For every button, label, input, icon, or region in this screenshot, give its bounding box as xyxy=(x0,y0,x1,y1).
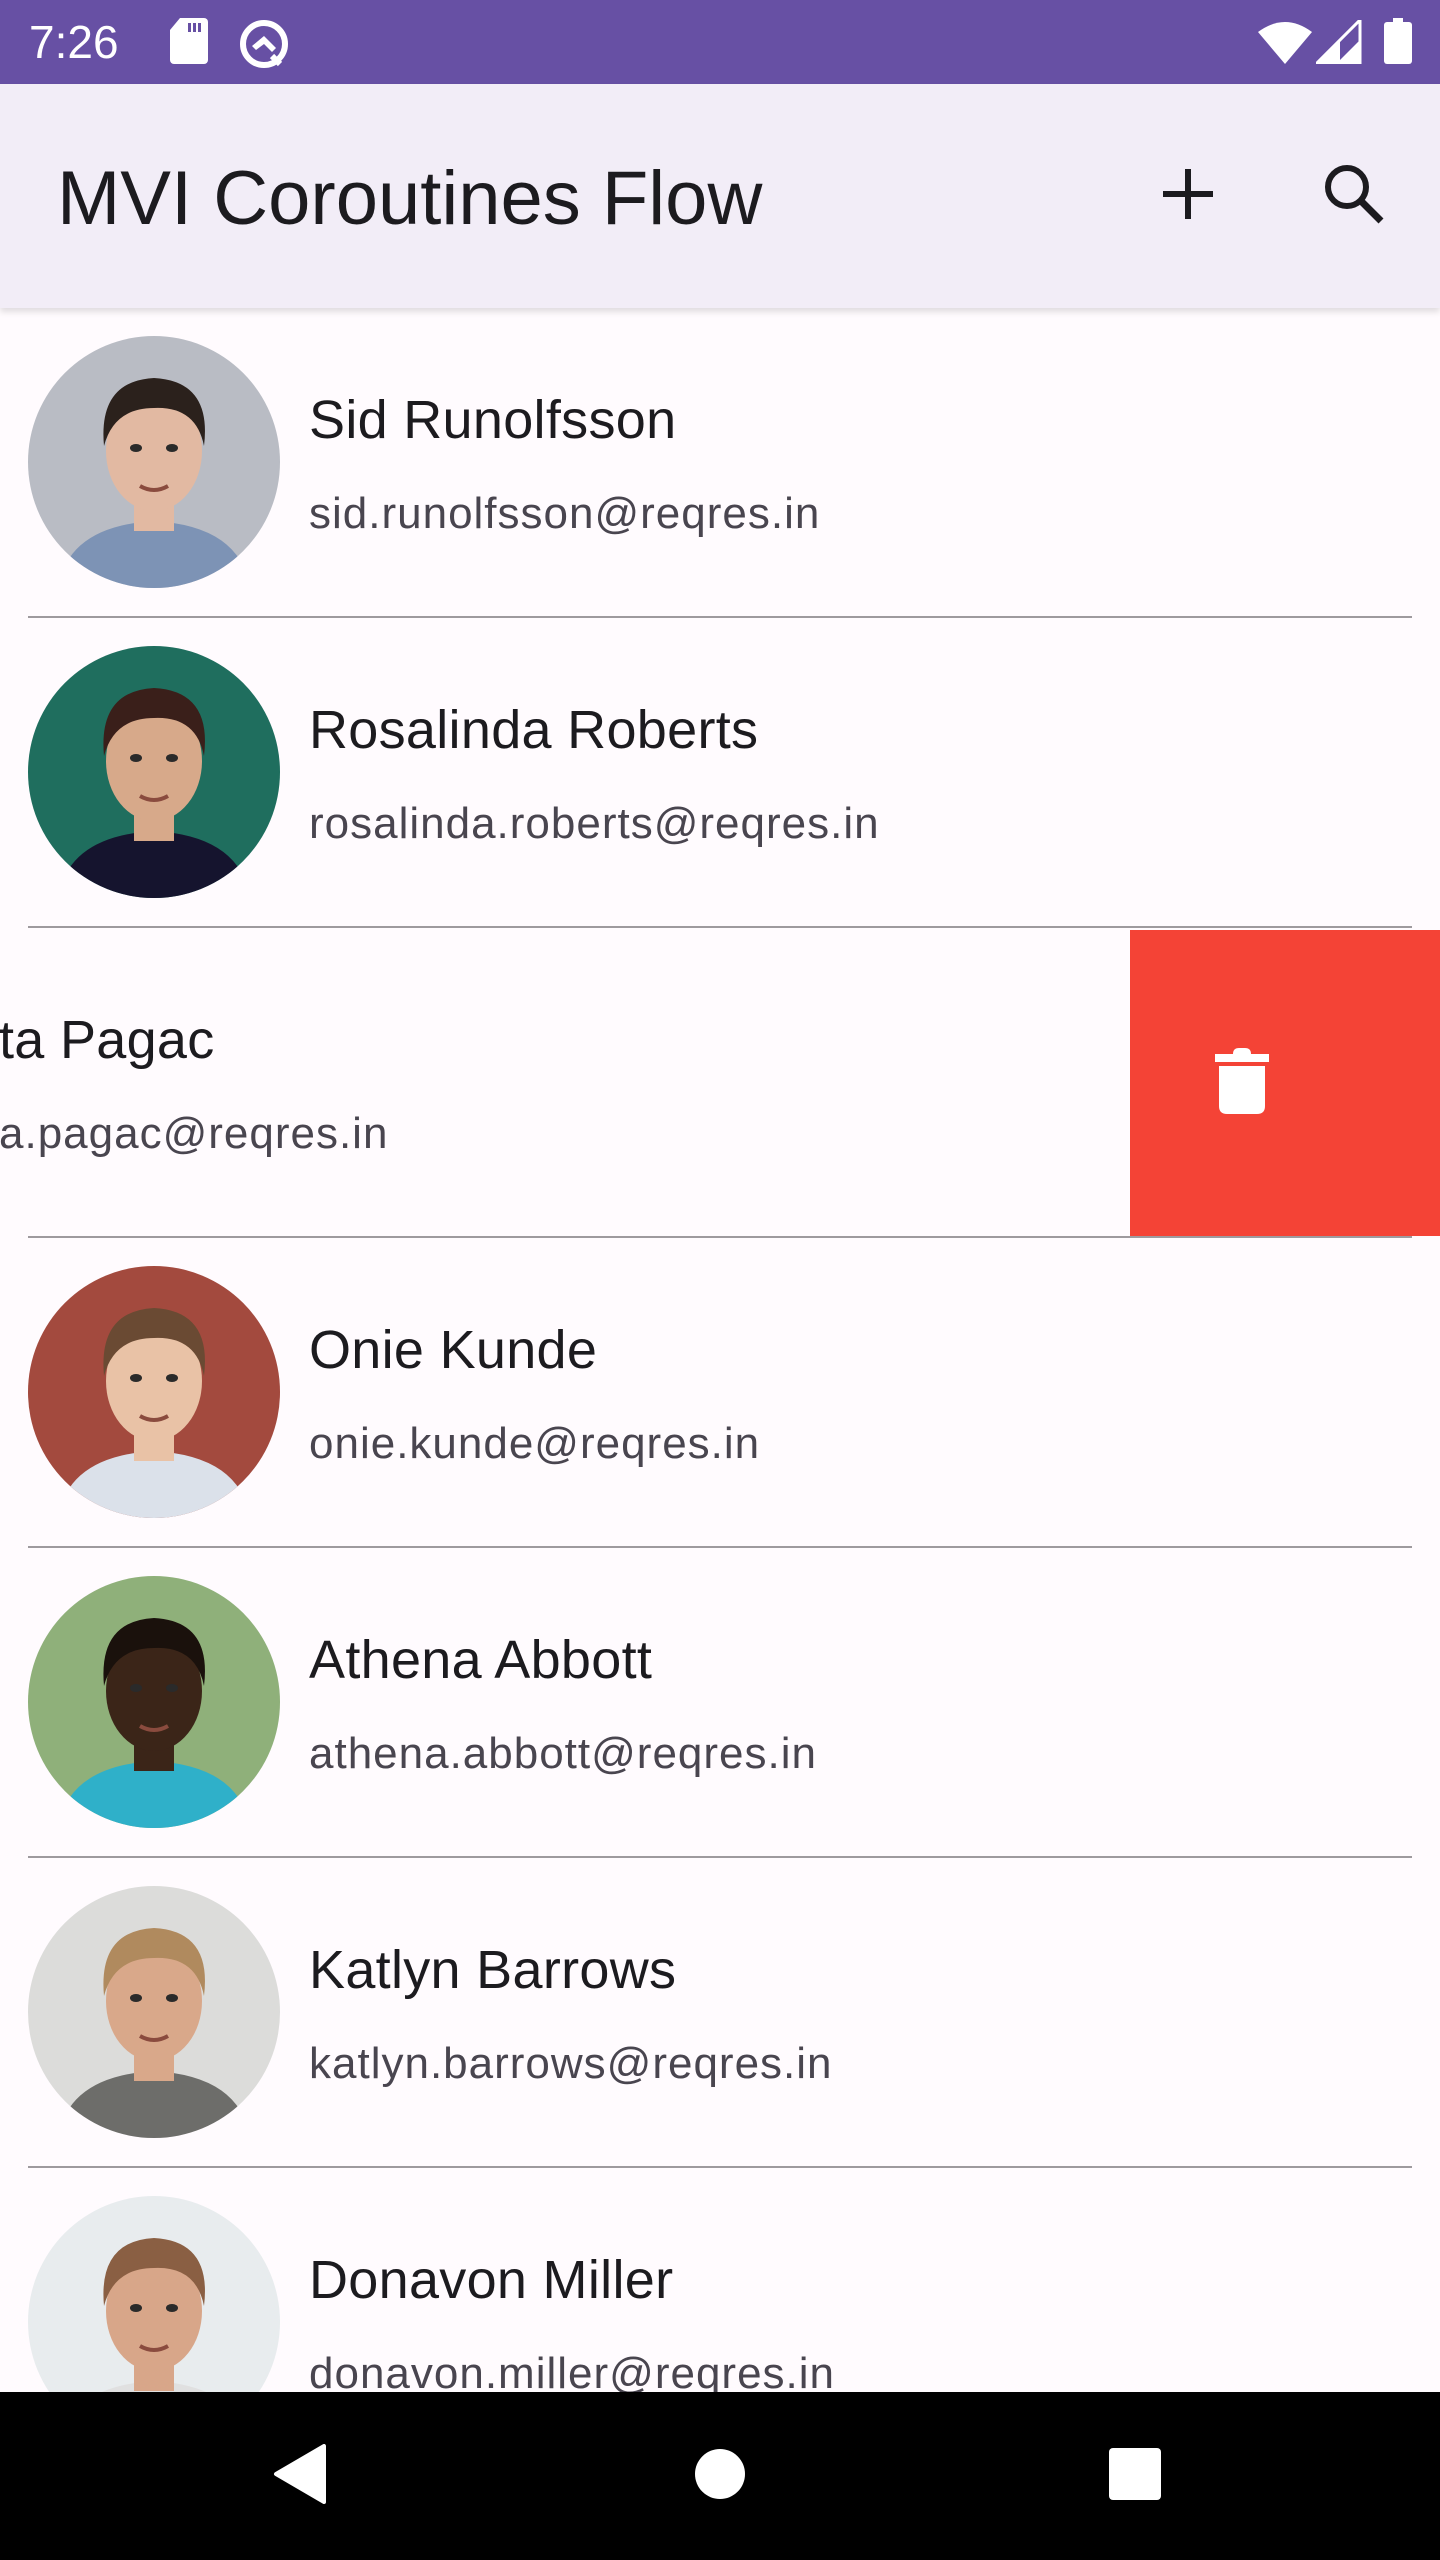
user-email: onie.kunde@reqres.in xyxy=(309,1419,761,1468)
list-item-content[interactable]: Katlyn Barrows katlyn.barrows@reqres.in xyxy=(0,1858,1440,2166)
user-email: sid.runolfsson@reqres.in xyxy=(309,489,821,538)
app-notification-icon xyxy=(238,18,290,75)
user-name: Onie Kunde xyxy=(309,1320,598,1380)
list-item[interactable]: Katlyn Barrows katlyn.barrows@reqres.in xyxy=(0,1858,1440,2168)
user-email: donavon.miller@reqres.in xyxy=(309,2349,836,2392)
status-time: 7:26 xyxy=(29,16,119,68)
list-item[interactable]: Athena Abbott athena.abbott@reqres.in xyxy=(0,1548,1440,1858)
list-item[interactable]: Sid Runolfsson sid.runolfsson@reqres.in xyxy=(0,308,1440,618)
system-nav-bar xyxy=(0,2392,1440,2560)
list-item[interactable]: Rosalinda Roberts rosalinda.roberts@reqre… xyxy=(0,618,1440,928)
battery-icon xyxy=(1384,18,1412,69)
user-email: athena.abbott@reqres.in xyxy=(309,1729,817,1778)
list-item-content[interactable]: ta Pagac a.pagac@reqres.in xyxy=(0,928,1130,1236)
avatar xyxy=(28,336,280,588)
app-toolbar: MVI Coroutines Flow xyxy=(0,84,1440,308)
back-icon xyxy=(272,2443,328,2509)
wifi-icon xyxy=(1258,20,1312,69)
recents-icon xyxy=(1108,2447,1162,2506)
trash-icon xyxy=(1214,1047,1269,1119)
list-item-content[interactable]: Athena Abbott athena.abbott@reqres.in xyxy=(0,1548,1440,1856)
user-name: Sid Runolfsson xyxy=(309,390,677,450)
add-button[interactable] xyxy=(1132,140,1244,252)
list-item-swiped[interactable]: ta Pagac a.pagac@reqres.in xyxy=(0,928,1440,1238)
back-button[interactable] xyxy=(250,2426,350,2526)
home-button[interactable] xyxy=(670,2426,770,2526)
list-item[interactable]: Onie Kunde onie.kunde@reqres.in xyxy=(0,1238,1440,1548)
avatar xyxy=(28,2196,280,2392)
user-name: Donavon Miller xyxy=(309,2250,674,2310)
home-icon xyxy=(694,2448,746,2505)
user-email: a.pagac@reqres.in xyxy=(0,1109,389,1158)
list-item-content[interactable]: Onie Kunde onie.kunde@reqres.in xyxy=(0,1238,1440,1546)
plus-icon xyxy=(1162,168,1214,225)
page-title: MVI Coroutines Flow xyxy=(57,156,763,241)
user-name: Katlyn Barrows xyxy=(309,1940,677,2000)
search-icon xyxy=(1323,163,1385,230)
list-item[interactable]: Donavon Miller donavon.miller@reqres.in xyxy=(0,2168,1440,2392)
list-item-content[interactable]: Donavon Miller donavon.miller@reqres.in xyxy=(0,2168,1440,2392)
user-list[interactable]: Sid Runolfsson sid.runolfsson@reqres.in Ro… xyxy=(0,308,1440,2392)
user-name: ta Pagac xyxy=(0,1010,215,1070)
cell-signal-icon xyxy=(1312,16,1362,69)
avatar xyxy=(28,1886,280,2138)
user-name: Athena Abbott xyxy=(309,1630,653,1690)
status-bar: 7:26 xyxy=(0,0,1440,84)
avatar xyxy=(28,1576,280,1828)
avatar xyxy=(28,646,280,898)
avatar xyxy=(28,1266,280,1518)
sd-card-icon xyxy=(170,18,208,69)
list-item-content[interactable]: Sid Runolfsson sid.runolfsson@reqres.in xyxy=(0,308,1440,616)
search-button[interactable] xyxy=(1298,140,1410,252)
list-item-content[interactable]: Rosalinda Roberts rosalinda.roberts@reqre… xyxy=(0,618,1440,926)
recents-button[interactable] xyxy=(1085,2426,1185,2526)
user-email: rosalinda.roberts@reqres.in xyxy=(309,799,880,848)
user-name: Rosalinda Roberts xyxy=(309,700,759,760)
user-email: katlyn.barrows@reqres.in xyxy=(309,2039,833,2088)
